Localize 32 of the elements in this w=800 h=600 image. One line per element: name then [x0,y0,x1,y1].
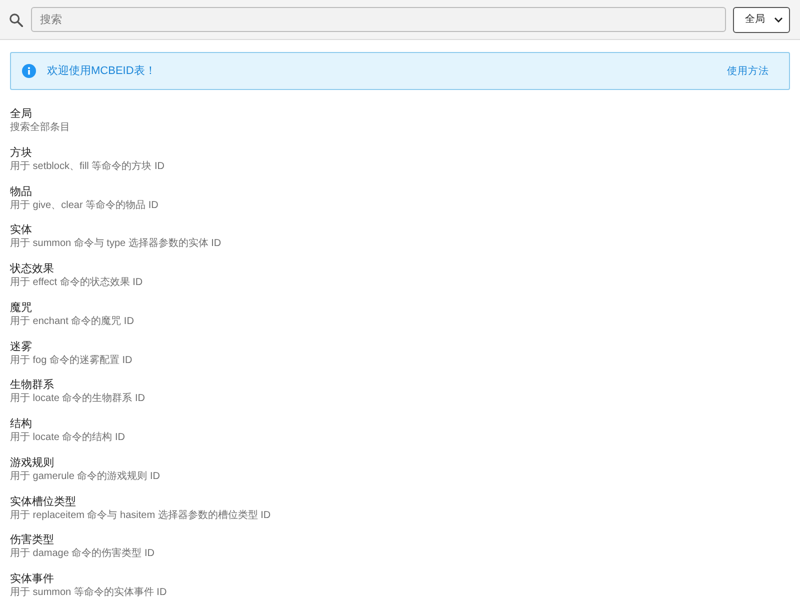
category-description: 用于 locate 命令的生物群系 ID [10,392,146,406]
category-description: 用于 locate 命令的结构 ID [10,431,126,444]
category-title[interactable]: 实体事件 [10,573,54,586]
category-title[interactable]: 伤害类型 [10,534,54,548]
category-title[interactable]: 生物群系 [10,379,54,392]
category-description: 用于 summon 等命令的实体事件 ID [10,586,167,599]
category-description: 用于 damage 命令的伤害类型 ID [10,547,154,560]
category-description: 用于 effect 命令的状态效果 ID [10,276,143,289]
category-title[interactable]: 状态效果 [10,263,54,276]
category-title[interactable]: 实体 [10,224,32,238]
category-title[interactable]: 方块 [10,146,32,160]
category-description: 用于 give、clear 等命令的物品 ID [10,198,158,212]
category-title[interactable]: 魔咒 [10,302,32,315]
category-description: 用于 gamerule 命令的游戏规则 ID [10,470,160,483]
category-description: 用于 summon 命令与 type 选择器参数的实体 ID [10,237,222,250]
category-description: 搜索全部条目 [10,121,70,134]
welcome-message: 欢迎使用MCBEID表！ [47,64,156,79]
search-icon [9,12,23,26]
category-title[interactable]: 结构 [10,418,32,431]
category-title[interactable]: 全局 [10,108,32,121]
category-title[interactable]: 游戏规则 [10,456,54,470]
category-description: 用于 replaceitem 命令与 hasitem 选择器参数的槽位类型 ID [10,508,271,522]
category-title[interactable]: 迷雾 [10,340,32,354]
chevron-down-icon [774,16,783,22]
category-title[interactable]: 实体槽位类型 [10,496,76,508]
category-description: 用于 fog 命令的迷雾配置 ID [10,354,132,366]
category-description: 用于 enchant 命令的魔咒 ID [10,314,134,328]
category-description: 用于 setblock、fill 等命令的方块 ID [10,160,164,173]
category-title[interactable]: 物品 [10,186,32,198]
info-icon [22,64,36,78]
search-field[interactable]: 搜索 [31,7,726,32]
scope-dropdown[interactable]: 全局 [733,6,790,32]
